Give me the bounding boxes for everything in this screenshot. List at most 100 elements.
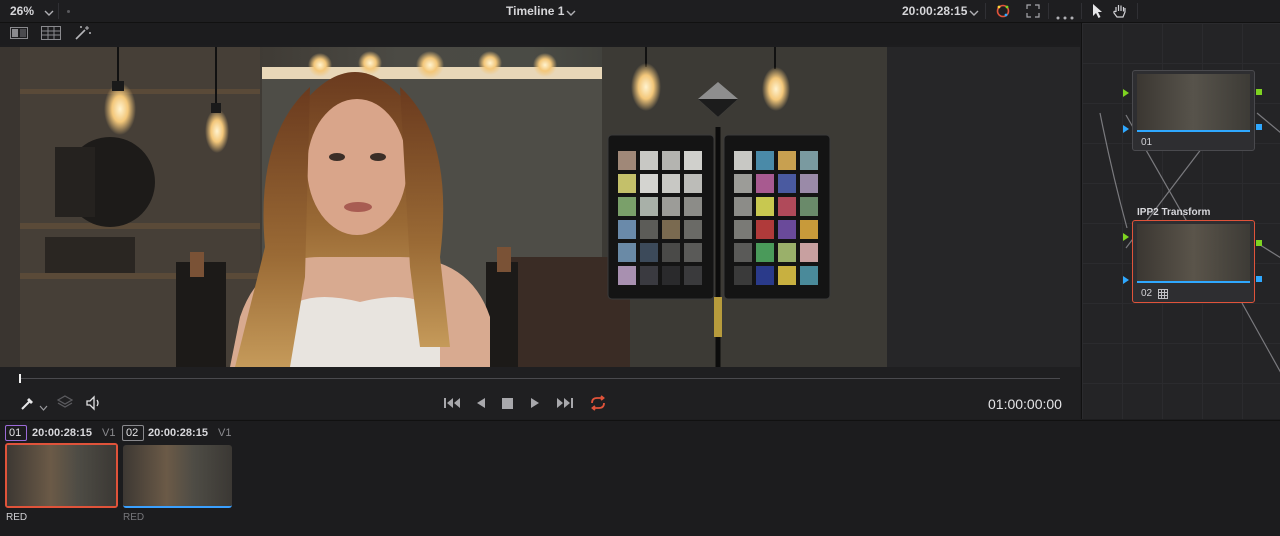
node-graph-panel[interactable]: 01 IPP2 Transform 02 — [1081, 23, 1280, 419]
clip-timecode: 20:00:28:15 — [32, 427, 92, 439]
node-label: IPP2 Transform — [1137, 207, 1211, 218]
color-checker-patch — [734, 197, 752, 216]
clip-number: 02 — [126, 427, 139, 439]
playhead-timecode[interactable]: 01:00:00:00 — [988, 396, 1062, 412]
loop-icon[interactable] — [588, 395, 608, 414]
play-reverse-icon[interactable] — [476, 397, 486, 412]
color-checker-patch — [778, 174, 796, 193]
color-checker-patch — [618, 197, 636, 216]
clip-thumbnail-selected[interactable] — [5, 443, 118, 508]
color-picker-highlight-icon[interactable] — [994, 3, 1012, 22]
node-01[interactable]: 01 — [1132, 70, 1255, 151]
color-checker-patch — [640, 243, 658, 262]
color-checker-patch — [662, 243, 680, 262]
color-checker-patch — [640, 174, 658, 193]
color-checker-patch — [662, 151, 680, 170]
node-number: 02 — [1141, 288, 1153, 299]
color-checker-patch — [618, 243, 636, 262]
color-checker-patch — [662, 197, 680, 216]
color-checker-patch — [778, 266, 796, 285]
color-checker-patch — [662, 174, 680, 193]
zoom-level[interactable]: 26% — [10, 4, 34, 18]
color-checker-patch — [800, 174, 818, 193]
viewer-header-bar: 26% Timeline 1 20:00:28:15 — [0, 0, 1280, 23]
node-input-key-port-icon[interactable] — [1123, 276, 1129, 284]
color-checker-patch — [756, 220, 774, 239]
zoom-dropdown-chevron-icon[interactable] — [44, 6, 54, 20]
stop-icon[interactable] — [502, 398, 513, 412]
color-checker-patch — [640, 220, 658, 239]
color-checker-patch — [618, 266, 636, 285]
layers-icon[interactable] — [56, 395, 74, 412]
timecode-dropdown-chevron-icon[interactable] — [969, 6, 979, 20]
color-checker-patch — [756, 151, 774, 170]
color-checker-patch — [778, 151, 796, 170]
color-checker-patch — [662, 266, 680, 285]
clips-timeline-strip: 01 20:00:28:15 V1 RED 02 20:00:28:15 V1 … — [0, 420, 1280, 536]
color-checker-patch — [618, 220, 636, 239]
color-checker-patch — [684, 174, 702, 193]
lut-grid-icon — [1158, 288, 1168, 302]
color-checker-patch — [684, 266, 702, 285]
color-checker-patch — [778, 243, 796, 262]
node-02[interactable]: 02 — [1132, 220, 1255, 303]
viewer-tool-strip — [0, 23, 1080, 45]
color-checker-patch — [756, 266, 774, 285]
eyedropper-dropdown-chevron-icon[interactable] — [39, 400, 48, 414]
clip-codec: RED — [123, 512, 145, 523]
node-input-rgb-port-icon[interactable] — [1123, 233, 1129, 241]
color-checker-patch — [778, 197, 796, 216]
divider — [1081, 3, 1082, 19]
node-input-key-port-icon[interactable] — [1123, 125, 1129, 133]
node-output-rgb-port-icon[interactable] — [1256, 240, 1262, 246]
color-checker-patch — [756, 174, 774, 193]
node-input-rgb-port-icon[interactable] — [1123, 89, 1129, 97]
color-checker-patch — [734, 174, 752, 193]
color-checker-patch — [778, 220, 796, 239]
color-checker-patch — [684, 220, 702, 239]
clip-number: 01 — [9, 427, 22, 439]
color-checker-patch — [618, 174, 636, 193]
eyedropper-icon[interactable] — [20, 395, 36, 414]
scrubber-track[interactable] — [20, 378, 1060, 379]
color-checker-patch — [800, 197, 818, 216]
pointer-tool-icon[interactable] — [1091, 3, 1103, 22]
node-output-rgb-port-icon[interactable] — [1256, 89, 1262, 95]
transport-bar: 01:00:00:00 — [0, 367, 1080, 419]
clip-codec: RED — [6, 512, 28, 523]
gallery-grid-icon[interactable] — [41, 26, 61, 43]
divider — [1137, 3, 1138, 19]
fullscreen-icon[interactable] — [1026, 4, 1040, 21]
timeline-title[interactable]: Timeline 1 — [506, 4, 564, 18]
source-timecode[interactable]: 20:00:28:15 — [902, 4, 967, 18]
node-output-key-port-icon[interactable] — [1256, 124, 1262, 130]
color-checker-patch — [684, 197, 702, 216]
viewer-frame-image[interactable] — [0, 47, 887, 367]
skip-to-start-icon[interactable] — [444, 397, 462, 412]
color-checker-patch — [800, 220, 818, 239]
color-checker-patch — [640, 197, 658, 216]
divider — [985, 3, 986, 19]
color-checker-patch — [684, 151, 702, 170]
speaker-icon[interactable] — [85, 395, 103, 414]
color-checker-patch — [734, 151, 752, 170]
divider — [58, 3, 59, 19]
more-options-icon[interactable] — [1056, 9, 1074, 23]
playhead[interactable] — [19, 374, 21, 383]
node-output-key-port-icon[interactable] — [1256, 276, 1262, 282]
split-screen-icon[interactable] — [10, 27, 28, 42]
play-icon[interactable] — [530, 397, 540, 412]
node-thumbnail — [1137, 224, 1250, 283]
hand-tool-icon[interactable] — [1112, 3, 1128, 22]
clip-track: V1 — [218, 427, 232, 439]
divider — [1048, 3, 1049, 19]
clip-timecode: 20:00:28:15 — [148, 427, 208, 439]
magic-wand-icon[interactable] — [74, 25, 92, 44]
color-checker-patch — [734, 220, 752, 239]
clip-thumbnail[interactable] — [123, 445, 232, 508]
color-checker-patch — [640, 266, 658, 285]
color-checker-patch — [662, 220, 680, 239]
timeline-dropdown-chevron-icon[interactable] — [566, 6, 576, 20]
node-thumbnail — [1137, 74, 1250, 132]
skip-to-end-icon[interactable] — [555, 397, 573, 412]
